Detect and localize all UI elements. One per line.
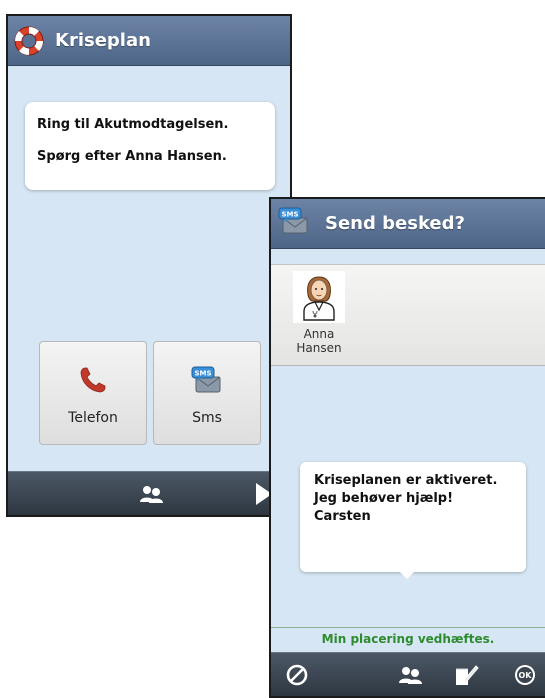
instruction-line: Ring til Akutmodtagelsen. xyxy=(37,117,229,132)
sms-button-label: Sms xyxy=(192,410,222,426)
contact-item[interactable]: Anna Hansen xyxy=(289,271,349,355)
page-title: Kriseplan xyxy=(55,30,151,51)
svg-text:OK: OK xyxy=(519,671,533,680)
instruction-card: Ring til Akutmodtagelsen. Spørg efter An… xyxy=(25,102,275,190)
edit-note-icon[interactable] xyxy=(453,663,479,687)
sms-icon: SMS xyxy=(190,364,224,396)
title-bar: SMS Send besked? xyxy=(271,199,545,249)
phone-icon xyxy=(78,364,108,396)
instruction-line: Spørg efter Anna Hansen. xyxy=(37,149,227,164)
location-attached-note: Min placering vedhæftes. xyxy=(271,627,545,650)
contacts-icon[interactable] xyxy=(138,484,166,504)
send-message-screen: SMS Send besked? Anna Hansen Kriseplanen… xyxy=(269,197,545,698)
sms-button[interactable]: SMS Sms xyxy=(153,341,261,445)
kriseplan-screen: Kriseplan Ring til Akutmodtagelsen. Spør… xyxy=(6,14,292,517)
lifebuoy-icon xyxy=(13,25,45,57)
message-bubble[interactable]: Kriseplanen er aktiveret. Jeg behøver hj… xyxy=(300,462,526,579)
recipient-list: Anna Hansen xyxy=(271,264,545,366)
contacts-icon[interactable] xyxy=(397,665,425,685)
ok-icon[interactable]: OK xyxy=(513,663,537,687)
message-text: Kriseplanen er aktiveret. Jeg behøver hj… xyxy=(314,473,498,524)
cancel-icon[interactable] xyxy=(285,663,309,687)
title-bar: Kriseplan xyxy=(8,16,290,66)
contact-name: Anna Hansen xyxy=(296,327,342,355)
svg-text:SMS: SMS xyxy=(194,370,211,378)
telefon-button-label: Telefon xyxy=(68,410,118,426)
bottom-bar: OK xyxy=(271,652,545,696)
sms-icon: SMS xyxy=(277,206,311,241)
nurse-avatar-icon xyxy=(293,271,345,323)
page-title: Send besked? xyxy=(325,213,465,234)
bottom-bar xyxy=(8,471,290,515)
svg-text:SMS: SMS xyxy=(281,211,298,219)
telefon-button[interactable]: Telefon xyxy=(39,341,147,445)
